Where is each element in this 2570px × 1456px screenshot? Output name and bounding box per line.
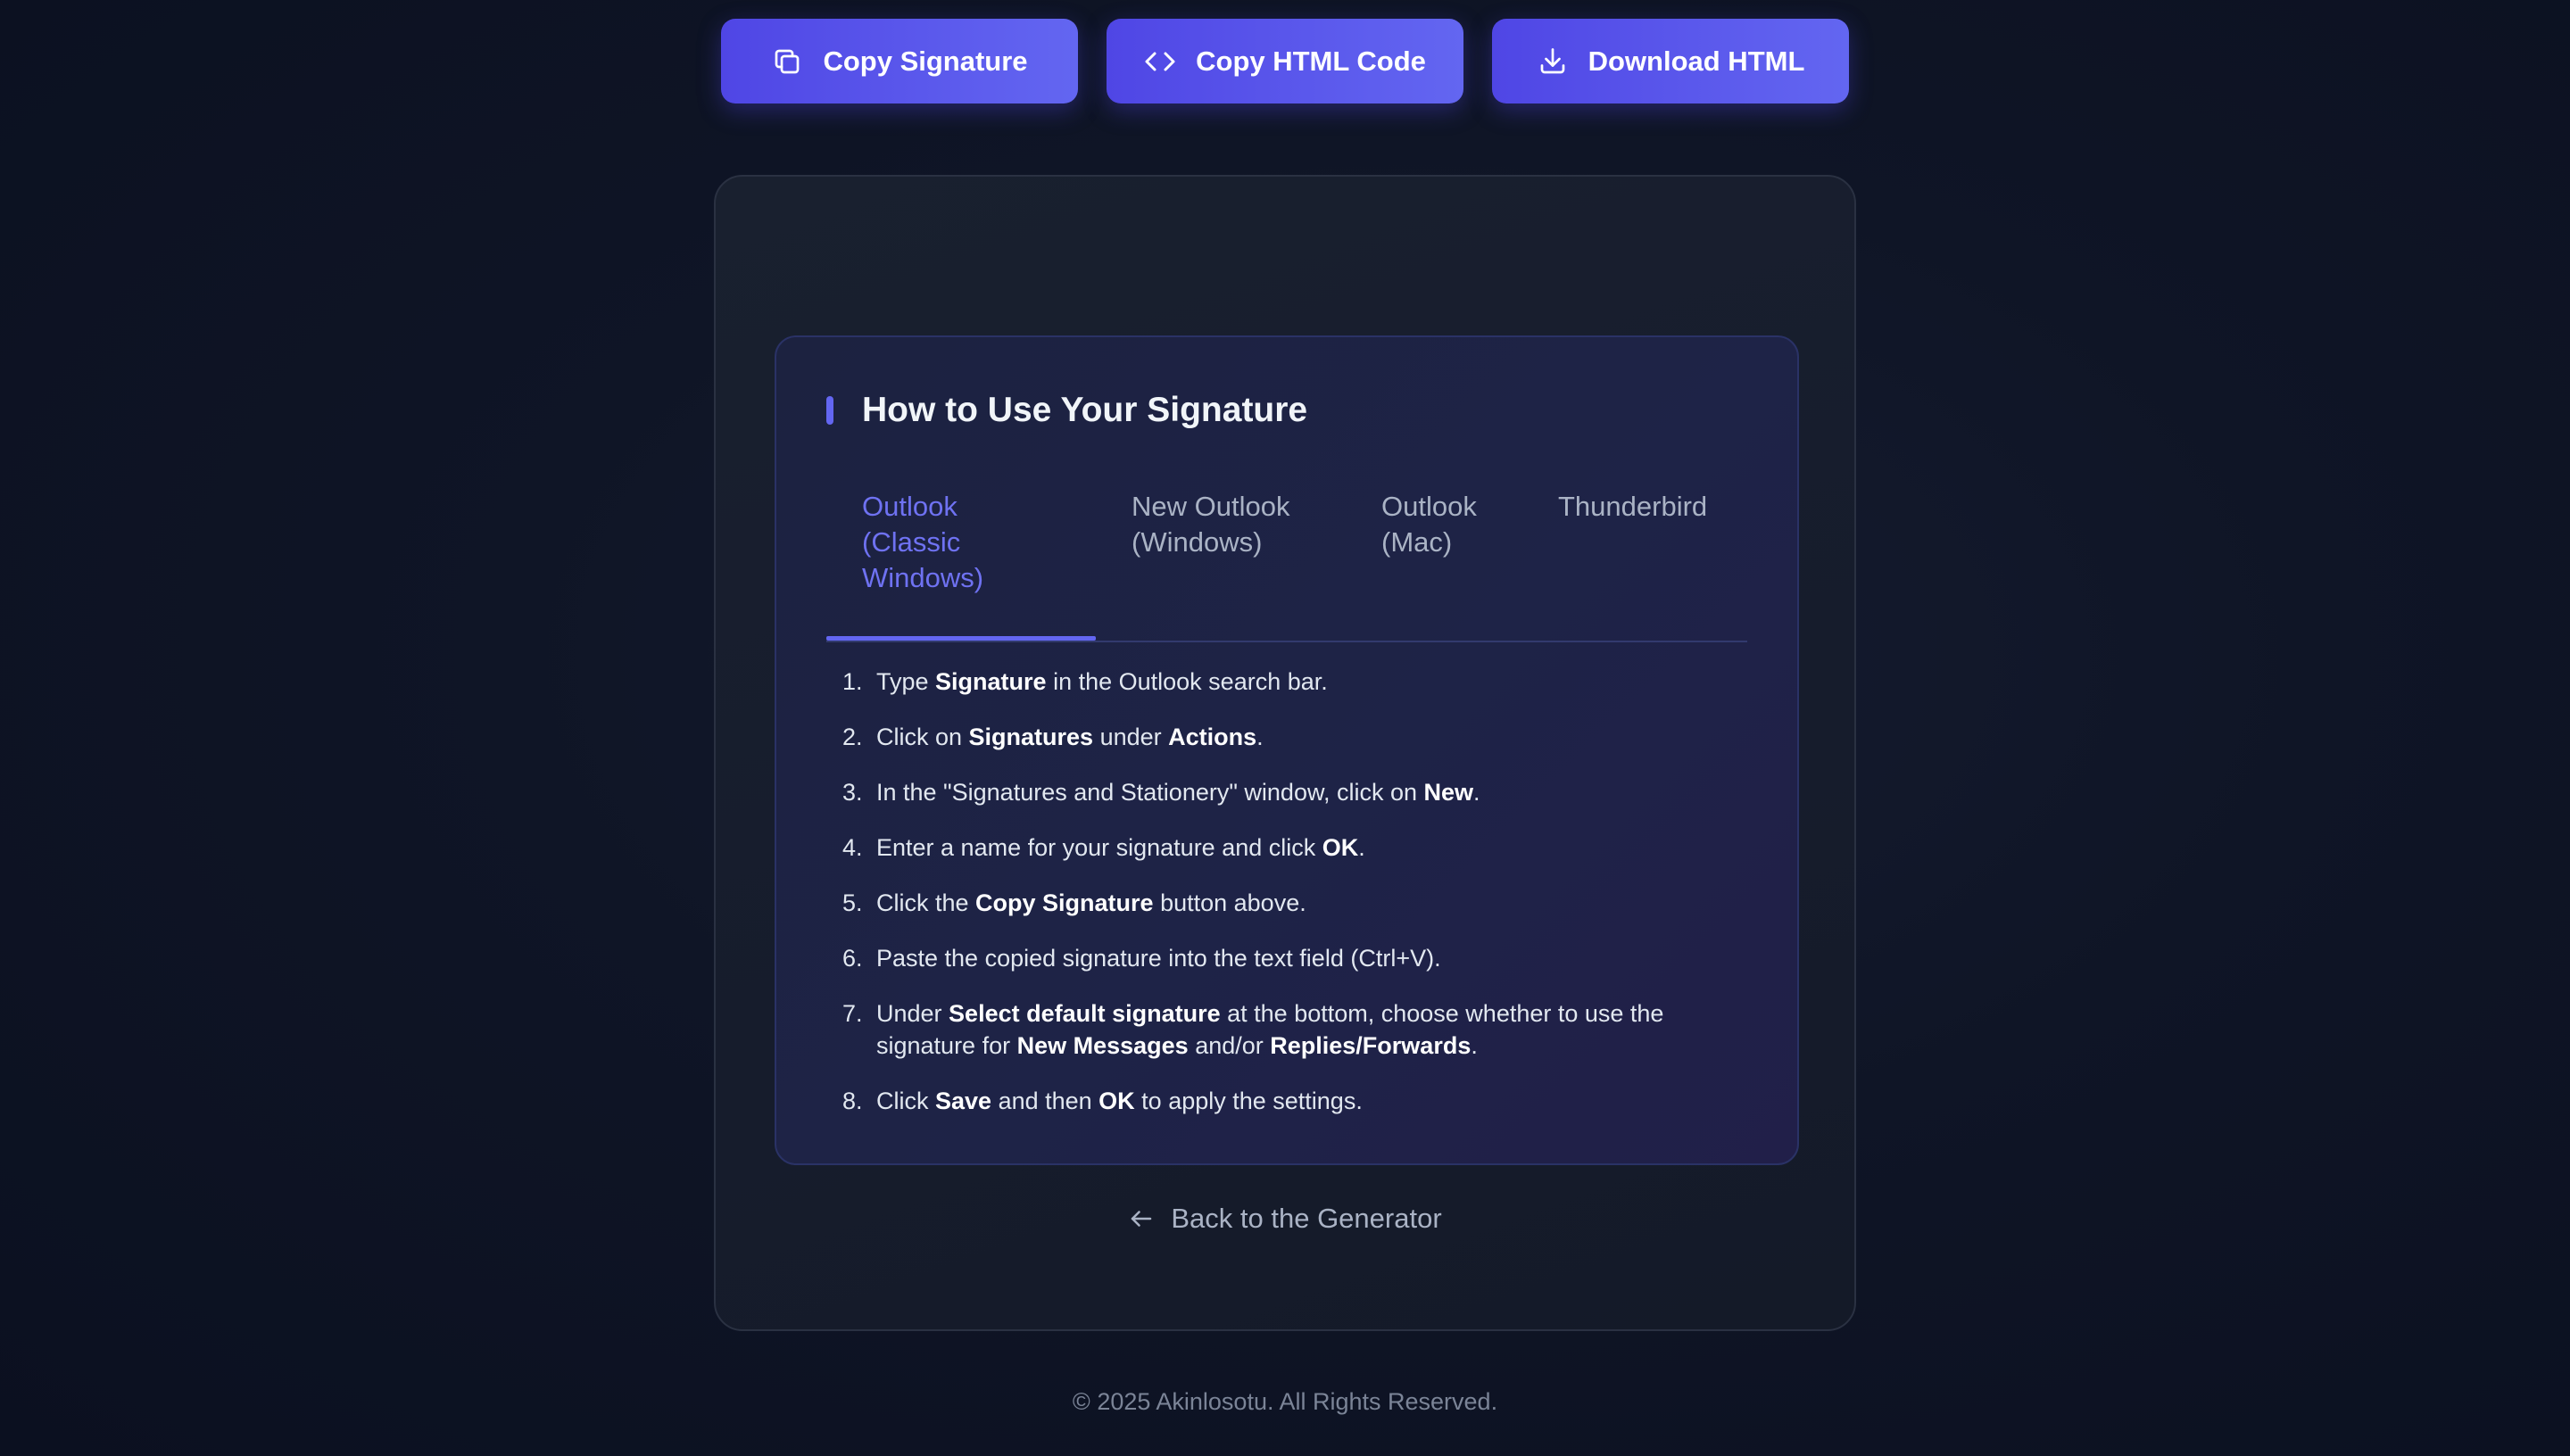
step-text: Enter a name for your signature and clic…: [876, 834, 1322, 861]
page: Copy Signature Copy HTML Code Download H…: [0, 0, 2570, 1456]
instructions-header: How to Use Your Signature: [826, 391, 1307, 430]
step-number: 1.: [842, 668, 863, 695]
step-text: Click on: [876, 724, 969, 750]
tab-label-line: Thunderbird: [1558, 491, 1708, 522]
step-emphasis: Replies/Forwards: [1270, 1032, 1472, 1059]
tab-label-line: (Windows): [1132, 526, 1263, 558]
copy-html-label: Copy HTML Code: [1196, 45, 1426, 77]
copy-signature-label: Copy Signature: [823, 45, 1028, 77]
step-emphasis: Select default signature: [949, 1000, 1221, 1027]
tab-label-line: New Outlook: [1132, 491, 1290, 522]
step-number: 4.: [842, 834, 863, 861]
download-html-button[interactable]: Download HTML: [1492, 19, 1849, 103]
instruction-step: 7. Under Select default signature at the …: [833, 997, 1744, 1062]
tab-outlook-classic-windows[interactable]: Outlook (Classic Windows): [862, 489, 983, 596]
tab-label-line: Outlook: [862, 491, 958, 522]
step-text: In the "Signatures and Stationery" windo…: [876, 779, 1424, 806]
arrow-left-icon: [1132, 1211, 1152, 1227]
signature-card: How to Use Your Signature Outlook (Class…: [714, 175, 1856, 1331]
step-emphasis: Actions: [1168, 724, 1257, 750]
copy-signature-button[interactable]: Copy Signature: [721, 19, 1078, 103]
step-text: and then: [991, 1088, 1099, 1114]
step-emphasis: OK: [1098, 1088, 1135, 1114]
copy-icon: [775, 49, 800, 73]
instruction-step: 1. Type Signature in the Outlook search b…: [833, 666, 1744, 698]
instruction-step: 3. In the "Signatures and Stationery" win…: [833, 776, 1744, 808]
back-link-label: Back to the Generator: [1171, 1203, 1442, 1234]
download-icon: [1540, 47, 1564, 73]
step-text: button above.: [1153, 889, 1306, 916]
step-text: under: [1093, 724, 1169, 750]
step-emphasis: Signature: [935, 668, 1047, 695]
step-text: .: [1358, 834, 1365, 861]
step-text: .: [1471, 1032, 1478, 1059]
accent-bar: [826, 396, 833, 425]
step-emphasis: New: [1423, 779, 1474, 806]
instruction-step: 8. Click Save and then OK to apply the se…: [833, 1085, 1744, 1117]
tab-outlook-mac[interactable]: Outlook (Mac): [1381, 489, 1477, 560]
step-emphasis: Signatures: [968, 724, 1094, 750]
copy-html-button[interactable]: Copy HTML Code: [1107, 19, 1463, 103]
tab-label-line: (Classic: [862, 526, 961, 558]
step-number: 2.: [842, 724, 863, 750]
step-number: 5.: [842, 889, 863, 916]
step-emphasis: Save: [935, 1088, 992, 1114]
step-text: Click the: [876, 889, 976, 916]
step-text: in the Outlook search bar.: [1046, 668, 1328, 695]
instruction-step: 6. Paste the copied signature into the te…: [833, 942, 1744, 974]
footer-copyright: © 2025 Akinlosotu. All Rights Reserved.: [1072, 1388, 1498, 1415]
tab-thunderbird[interactable]: Thunderbird: [1558, 489, 1707, 525]
back-to-generator-link[interactable]: Back to the Generator: [716, 1203, 1854, 1235]
tab-label-line: Windows): [862, 562, 984, 593]
instructions-title: How to Use Your Signature: [862, 391, 1308, 429]
step-emphasis: OK: [1322, 834, 1359, 861]
step-emphasis: Copy Signature: [975, 889, 1154, 916]
step-text: .: [1473, 779, 1480, 806]
tab-new-outlook-windows[interactable]: New Outlook (Windows): [1132, 489, 1289, 560]
code-icon: [1145, 52, 1175, 70]
step-emphasis: New Messages: [1016, 1032, 1189, 1059]
step-number: 7.: [842, 1000, 863, 1027]
action-toolbar: Copy Signature Copy HTML Code Download H…: [721, 19, 1849, 103]
step-number: 3.: [842, 779, 863, 806]
steps-list: 1. Type Signature in the Outlook search b…: [833, 666, 1744, 1140]
step-text: Click: [876, 1088, 935, 1114]
step-text: Paste the copied signature into the text…: [876, 945, 1441, 972]
instruction-step: 5. Click the Copy Signature button above.: [833, 887, 1744, 919]
instruction-step: 2. Click on Signatures under Actions.: [833, 721, 1744, 753]
step-text: Type: [876, 668, 936, 695]
client-tabs: Outlook (Classic Windows) New Outlook (W…: [826, 489, 1747, 642]
step-number: 8.: [842, 1088, 863, 1114]
tab-label-line: Outlook: [1381, 491, 1477, 522]
tab-label-line: (Mac): [1381, 526, 1453, 558]
download-html-label: Download HTML: [1588, 45, 1805, 77]
instructions-panel: How to Use Your Signature Outlook (Class…: [775, 335, 1799, 1165]
step-text: Under: [876, 1000, 949, 1027]
instruction-step: 4. Enter a name for your signature and cl…: [833, 831, 1744, 864]
step-text: .: [1256, 724, 1264, 750]
step-text: and/or: [1188, 1032, 1271, 1059]
active-tab-indicator: [826, 636, 1096, 641]
step-text: to apply the settings.: [1134, 1088, 1363, 1114]
step-number: 6.: [842, 945, 863, 972]
